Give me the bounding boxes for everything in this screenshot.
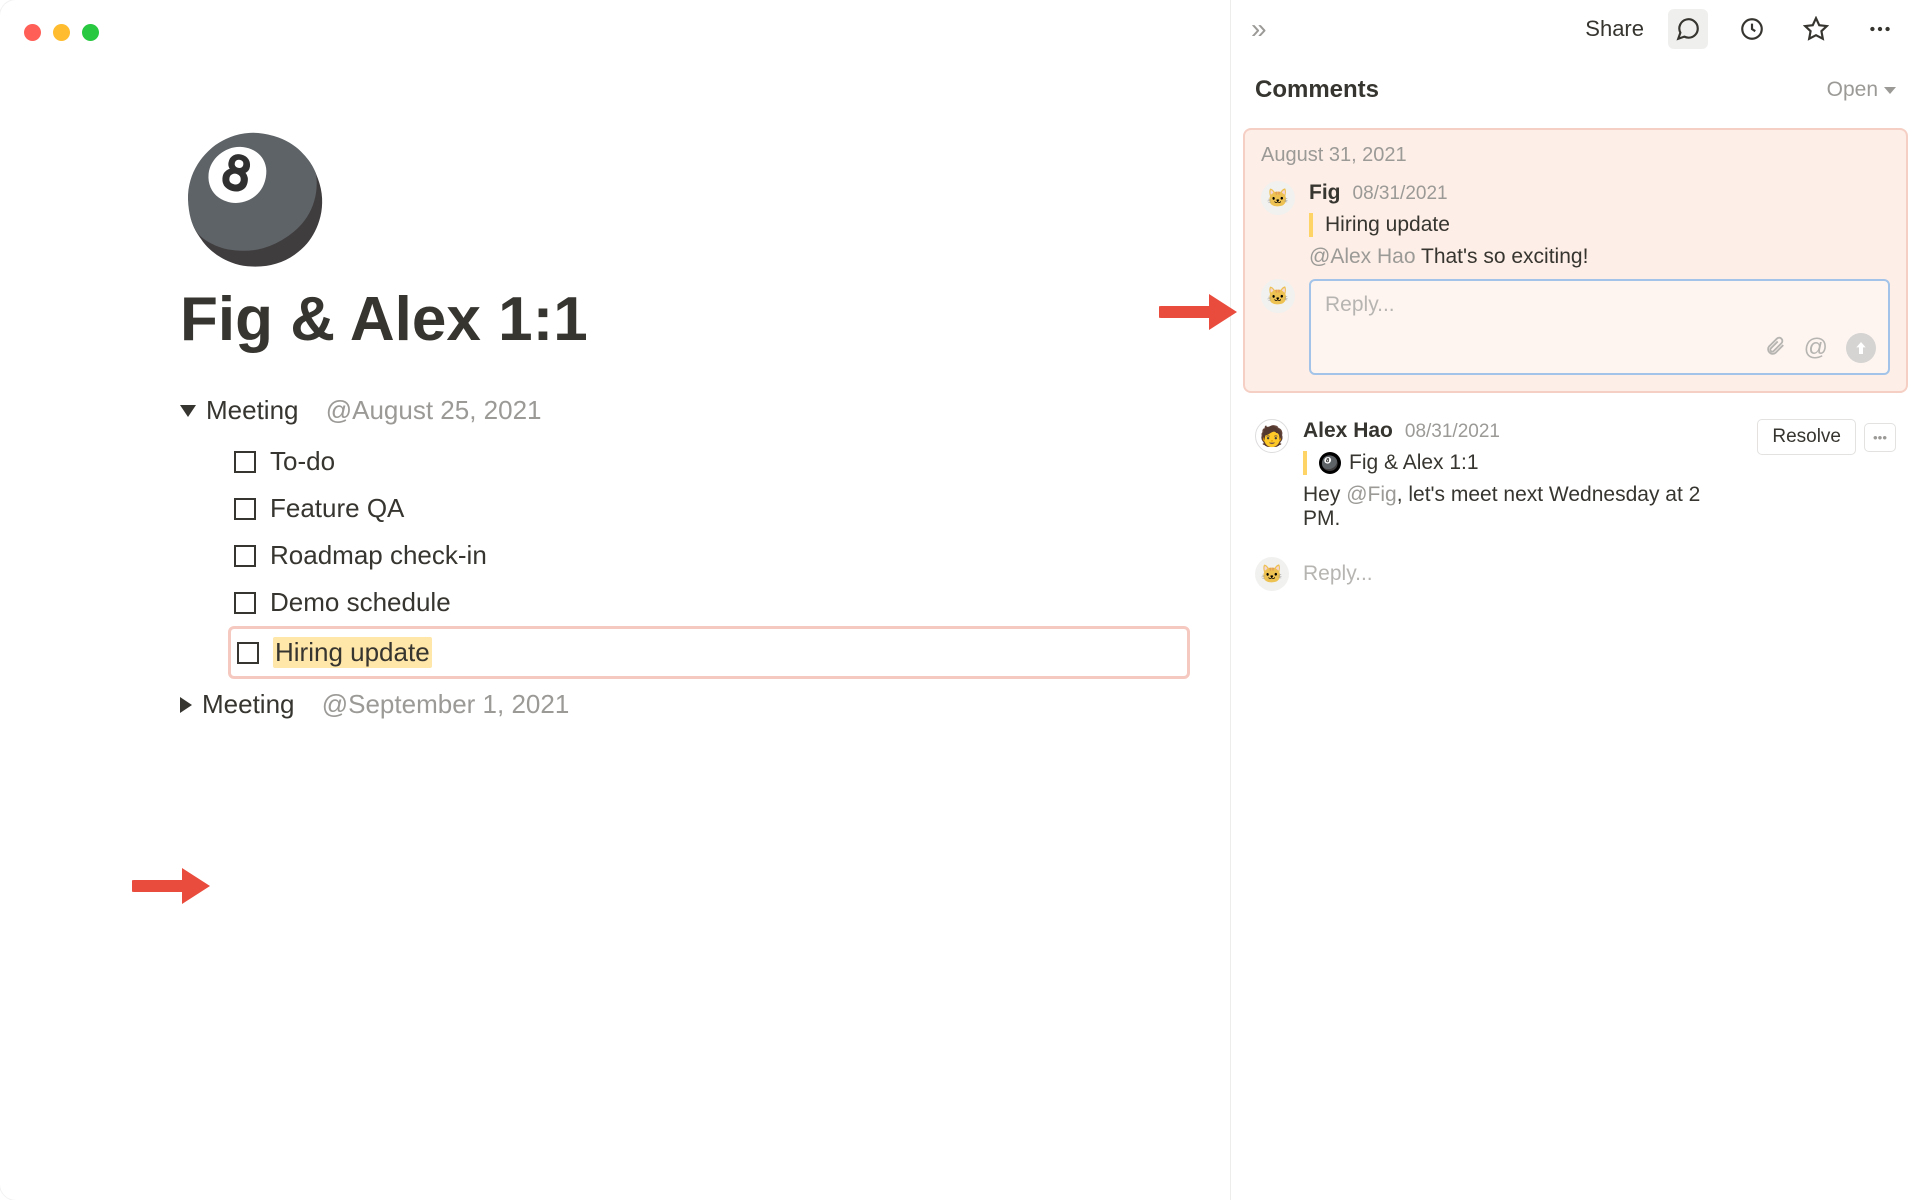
app-window: 🎱 Fig & Alex 1:1 Meeting @August 25, 202… — [0, 0, 1920, 1200]
mention-icon[interactable]: @ — [1804, 334, 1828, 362]
clock-icon[interactable] — [1732, 9, 1772, 49]
quote-text: Hiring update — [1325, 213, 1450, 237]
todo-label: Roadmap check-in — [270, 540, 487, 571]
chevron-down-icon — [1884, 87, 1896, 94]
page-content: 🎱 Fig & Alex 1:1 Meeting @August 25, 202… — [0, 0, 1230, 1200]
topbar: » Share — [1231, 0, 1920, 58]
todo-label: Feature QA — [270, 493, 404, 524]
send-button[interactable] — [1846, 333, 1876, 363]
reply-input[interactable]: Reply... @ — [1309, 279, 1890, 375]
comments-filter-dropdown[interactable]: Open — [1827, 78, 1896, 102]
star-icon[interactable] — [1796, 9, 1836, 49]
annotation-arrow-icon — [132, 864, 212, 908]
comment-text: Hey @Fig, let's meet next Wednesday at 2… — [1303, 483, 1743, 531]
reply-input-collapsed[interactable]: Reply... — [1231, 543, 1920, 605]
todo-list: To-do Feature QA Roadmap check-in Demo s… — [228, 438, 1190, 679]
comments-header: Comments Open — [1231, 58, 1920, 120]
toggle-label: Meeting — [202, 689, 295, 720]
share-button[interactable]: Share — [1585, 16, 1644, 42]
right-sidebar: » Share Comments Open — [1230, 0, 1920, 1200]
todo-item[interactable]: Roadmap check-in — [228, 532, 1190, 579]
checkbox-icon[interactable] — [234, 451, 256, 473]
comment-timestamp: 08/31/2021 — [1353, 183, 1448, 205]
page-icon[interactable]: 🎱 — [180, 140, 1190, 260]
comment-thread[interactable]: Alex Hao 08/31/2021 🎱 Fig & Alex 1:1 Hey… — [1231, 401, 1920, 543]
todo-label: Hiring update — [273, 637, 432, 668]
comment-timestamp: 08/31/2021 — [1405, 421, 1500, 443]
todo-item[interactable]: To-do — [228, 438, 1190, 485]
comment-author: Alex Hao — [1303, 419, 1393, 443]
caret-down-icon — [180, 405, 196, 417]
more-icon[interactable] — [1860, 9, 1900, 49]
toggle-label: Meeting — [206, 395, 299, 426]
reply-placeholder: Reply... — [1303, 562, 1373, 586]
comment-thread-active[interactable]: August 31, 2021 Fig 08/31/2021 Hiring up… — [1243, 128, 1908, 393]
annotation-arrow-icon — [1159, 290, 1239, 334]
quote-text: Fig & Alex 1:1 — [1349, 451, 1479, 475]
page-ref-icon: 🎱 — [1319, 452, 1341, 474]
comment: Fig 08/31/2021 Hiring update @Alex Hao T… — [1261, 181, 1890, 269]
comment-text-body: That's so exciting! — [1421, 245, 1588, 268]
todo-label: Demo schedule — [270, 587, 451, 618]
todo-item-highlighted[interactable]: Hiring update — [228, 626, 1190, 679]
date-mention[interactable]: @September 1, 2021 — [322, 689, 570, 720]
avatar — [1261, 181, 1295, 215]
checkbox-icon[interactable] — [234, 592, 256, 614]
checkbox-icon[interactable] — [237, 642, 259, 664]
thread-more-button[interactable]: ••• — [1864, 423, 1896, 452]
reply-placeholder: Reply... — [1325, 293, 1874, 317]
filter-label: Open — [1827, 78, 1878, 102]
comment-author: Fig — [1309, 181, 1341, 205]
comment-quote[interactable]: Hiring update — [1309, 213, 1890, 237]
comments-icon[interactable] — [1668, 9, 1708, 49]
thread-date: August 31, 2021 — [1261, 144, 1890, 167]
checkbox-icon[interactable] — [234, 545, 256, 567]
paperclip-icon[interactable] — [1764, 335, 1786, 362]
todo-label: To-do — [270, 446, 335, 477]
date-mention[interactable]: @August 25, 2021 — [326, 395, 542, 426]
todo-item[interactable]: Feature QA — [228, 485, 1190, 532]
user-mention[interactable]: @Fig — [1346, 483, 1397, 506]
avatar — [1255, 557, 1289, 591]
expand-sidebar-button[interactable]: » — [1251, 13, 1267, 45]
checkbox-icon[interactable] — [234, 498, 256, 520]
toggle-meeting-2[interactable]: Meeting @September 1, 2021 — [180, 689, 1190, 720]
user-mention[interactable]: @Alex Hao — [1309, 245, 1416, 268]
reply-box: Reply... @ — [1261, 279, 1890, 375]
todo-item[interactable]: Demo schedule — [228, 579, 1190, 626]
avatar — [1261, 279, 1295, 313]
avatar — [1255, 419, 1289, 453]
comment-text-prefix: Hey — [1303, 483, 1346, 506]
page-title[interactable]: Fig & Alex 1:1 — [180, 284, 1190, 355]
resolve-button[interactable]: Resolve — [1757, 419, 1856, 455]
toggle-meeting-1[interactable]: Meeting @August 25, 2021 — [180, 395, 1190, 426]
comments-title: Comments — [1255, 76, 1379, 104]
caret-right-icon — [180, 697, 192, 713]
comment-quote[interactable]: 🎱 Fig & Alex 1:1 — [1303, 451, 1743, 475]
comment-text: @Alex Hao That's so exciting! — [1309, 245, 1890, 269]
